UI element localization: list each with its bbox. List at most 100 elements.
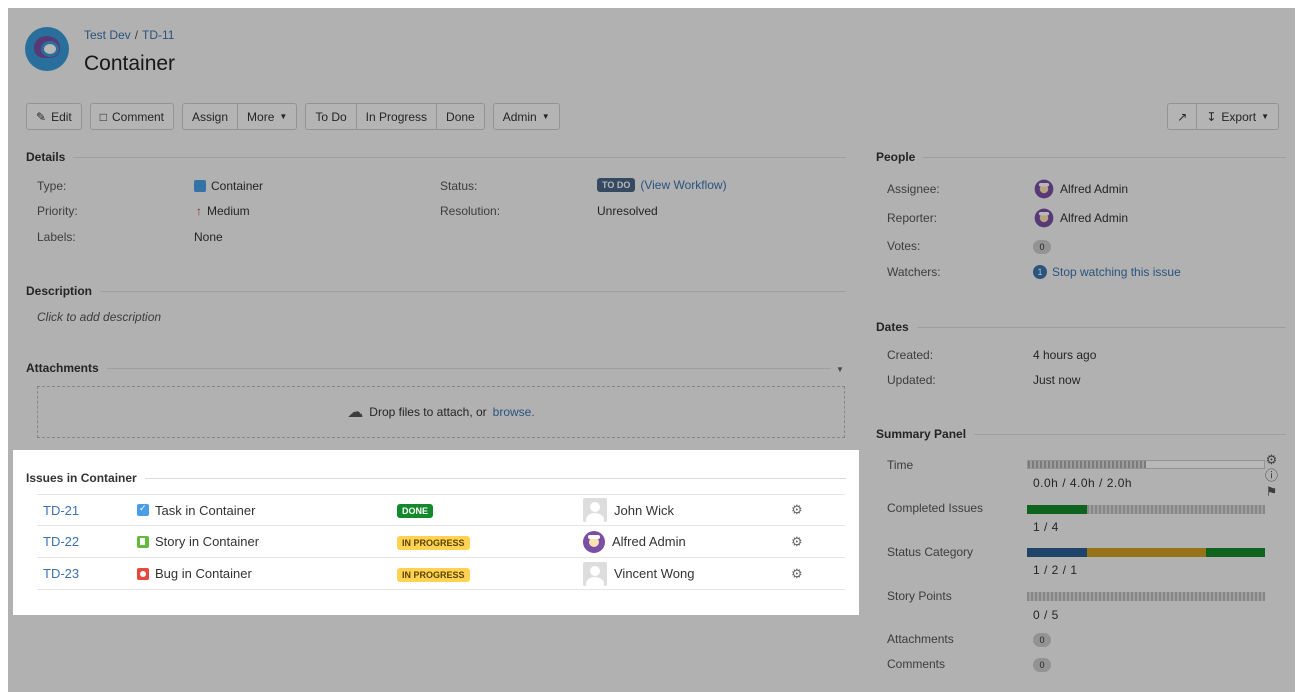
admin-button[interactable]: Admin ▼ [492,103,560,130]
reporter-label: Reporter: [887,211,938,225]
gear-icon[interactable]: ⚙ [791,566,803,582]
status-lozenge: DONE [397,504,434,518]
more-button[interactable]: More ▼ [238,103,298,130]
container-type-icon [194,180,206,192]
assignee-name: John Wick [614,502,674,518]
issue-summary[interactable]: Bug in Container [155,566,252,581]
type-value: Container [194,179,263,193]
priority-value: ↑ Medium [196,204,250,218]
cloud-upload-icon: ☁ [347,404,364,421]
created-label: Created: [887,348,934,362]
issue-summary[interactable]: Story in Container [155,534,259,549]
status-category-bar [1027,548,1265,557]
story-points-label: Story Points [887,589,952,603]
completed-issues-fill [1027,505,1087,514]
view-workflow-link[interactable]: (View Workflow) [640,178,726,192]
breadcrumb-project-link[interactable]: Test Dev [84,28,131,42]
votes-value[interactable]: 0 [1033,240,1051,254]
summary-panel-tools: ⚙ ⓘ ⚑ [1265,452,1278,500]
status-lozenge: IN PROGRESS [397,535,470,550]
avatar [583,561,607,586]
labels-label: Labels: [37,230,76,244]
watchers-value: 1 Stop watching this issue [1033,265,1181,279]
comments-count-label: Comments [887,657,946,671]
story-points-value: 0 / 5 [1033,608,1059,622]
status-value: TO DO (View Workflow) [597,178,727,192]
export-icon: ↧ [1206,109,1217,124]
details-heading[interactable]: Details [26,150,846,164]
assign-button[interactable]: Assign [182,103,239,130]
status-lozenge: IN PROGRESS [397,567,470,582]
status-todo-segment [1027,548,1087,557]
watchers-badge: 1 [1033,265,1047,279]
avatar [583,530,605,553]
status-done-segment [1205,548,1265,557]
priority-up-arrow-icon: ↑ [196,204,202,218]
labels-value[interactable]: None [194,230,223,244]
description-field[interactable]: Click to add description [37,310,161,324]
status-category-label: Status Category [887,545,974,559]
issue-key-link[interactable]: TD-21 [43,503,79,518]
breadcrumb-issue-link[interactable]: TD-11 [142,28,174,42]
toolbar-right: ↗ ↧ Export ▼ [1167,103,1279,130]
edit-button[interactable]: ✎ Edit [26,103,82,130]
attachments-count-value: 0 [1033,633,1051,647]
story-points-bar [1027,592,1265,601]
status-label: Status: [440,179,478,193]
bug-type-icon [137,567,149,580]
stop-watching-link[interactable]: Stop watching this issue [1052,265,1181,279]
attachments-options-icon[interactable]: ▼ [836,365,844,374]
assignee-name: Alfred Admin [612,534,686,549]
updated-value: Just now [1033,373,1081,387]
avatar [583,498,607,522]
time-bar [1027,460,1265,469]
issues-table: TD-21 Task in Container DONE John Wick ⚙… [37,494,845,590]
reporter-value[interactable]: Alfred Admin [1033,207,1128,229]
time-bar-estimate [1028,461,1146,468]
comment-button[interactable]: □ Comment [89,103,175,130]
time-label: Time [887,458,914,472]
completed-issues-bar [1027,505,1265,514]
summary-panel-heading[interactable]: Summary Panel [876,427,1286,441]
created-value: 4 hours ago [1033,348,1097,362]
avatar [1034,179,1054,199]
transition-in-progress-button[interactable]: In Progress [356,103,438,130]
time-value: 0.0h / 4.0h / 2.0h [1033,476,1133,490]
status-lozenge: TO DO [597,178,636,192]
description-heading[interactable]: Description [26,284,846,298]
resolution-label: Resolution: [440,204,501,218]
issue-key-link[interactable]: TD-22 [43,534,79,549]
export-button[interactable]: ↧ Export ▼ [1197,103,1279,130]
attachments-heading[interactable]: Attachments [26,361,831,375]
transition-todo-button[interactable]: To Do [305,103,357,130]
project-avatar[interactable] [25,27,69,71]
browse-link[interactable]: browse. [493,405,535,419]
assignee-name: Vincent Wong [614,566,695,581]
completed-issues-value: 1 / 4 [1033,520,1059,534]
help-icon[interactable]: ⓘ [1265,468,1278,484]
chevron-down-icon: ▼ [279,112,288,121]
issues-in-container-heading[interactable]: Issues in Container [26,471,846,485]
comments-badge: 0 [1033,658,1051,672]
attachment-dropzone[interactable]: ☁ Drop files to attach, or browse. [37,386,845,438]
pin-icon[interactable]: ⚑ [1266,484,1278,500]
share-button[interactable]: ↗ [1167,103,1198,130]
assignee-label: Assignee: [887,182,940,196]
gear-icon[interactable]: ⚙ [791,534,803,550]
priority-label: Priority: [37,204,78,218]
attachments-count-label: Attachments [887,632,954,646]
gear-icon[interactable]: ⚙ [791,502,803,518]
issue-title[interactable]: Container [84,52,175,76]
issue-key-link[interactable]: TD-23 [43,566,79,581]
issue-toolbar: ✎ Edit □ Comment Assign More ▼ To Do In Pro… [26,103,568,131]
transition-done-button[interactable]: Done [437,103,485,130]
status-category-value: 1 / 2 / 1 [1033,563,1078,577]
chevron-down-icon: ▼ [541,112,550,121]
assignee-value[interactable]: Alfred Admin [1033,178,1128,200]
issue-summary[interactable]: Task in Container [155,503,255,518]
gear-icon[interactable]: ⚙ [1266,452,1278,468]
dates-heading[interactable]: Dates [876,320,1286,334]
people-heading[interactable]: People [876,150,1286,164]
speech-bubble-icon: □ [99,109,107,124]
pencil-icon: ✎ [36,109,47,124]
